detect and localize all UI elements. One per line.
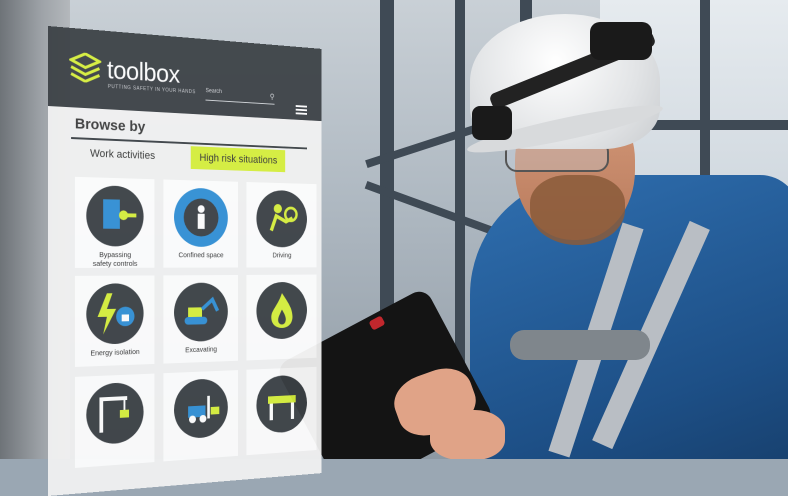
browse-heading: Browse by bbox=[74, 115, 146, 136]
tile-label: safety controls bbox=[92, 259, 138, 268]
search-input[interactable]: Search ⚲ bbox=[205, 88, 275, 105]
tile-label: Excavating bbox=[185, 344, 218, 355]
harness-buckle bbox=[510, 330, 650, 360]
tile-lifting[interactable] bbox=[74, 373, 155, 468]
toolbox-app-panel: toolbox PUTTING SAFETY IN YOUR HANDS Sea… bbox=[48, 26, 322, 496]
tile-excavating[interactable]: Excavating bbox=[163, 274, 238, 364]
hamburger-menu-icon[interactable] bbox=[295, 105, 307, 115]
driving-icon bbox=[256, 189, 307, 248]
key-door-icon bbox=[86, 185, 144, 247]
barrier-icon bbox=[256, 374, 307, 435]
energy-lock-icon bbox=[86, 283, 144, 345]
toolbox-logo-icon bbox=[69, 52, 101, 84]
crane-lifting-icon bbox=[86, 381, 144, 446]
search-icon[interactable]: ⚲ bbox=[270, 92, 275, 101]
tab-high-risk-situations[interactable]: High risk situations bbox=[190, 146, 286, 173]
worker-coverall bbox=[470, 175, 788, 459]
tile-confined-space[interactable]: Confined space bbox=[163, 179, 238, 268]
hand bbox=[430, 410, 505, 459]
app-body: Browse by Work activities High risk situ… bbox=[48, 106, 322, 496]
headlamp-icon bbox=[472, 106, 512, 140]
tile-forklift[interactable] bbox=[163, 370, 238, 462]
tile-fire[interactable] bbox=[246, 274, 317, 361]
fire-icon bbox=[256, 281, 307, 340]
tile-label: Driving bbox=[272, 250, 292, 260]
tile-label: Bypassing bbox=[99, 250, 132, 260]
tile-energy-isolation[interactable]: Energy isolation bbox=[74, 275, 155, 367]
search-placeholder: Search bbox=[205, 88, 222, 95]
worker-beard bbox=[530, 175, 625, 245]
confined-space-icon bbox=[174, 187, 228, 247]
tile-driving[interactable]: Driving bbox=[246, 182, 317, 268]
tile-barrier[interactable] bbox=[246, 366, 317, 456]
tab-work-activities[interactable]: Work activities bbox=[81, 141, 164, 168]
tile-bypassing-safety-controls[interactable]: Bypassing safety controls bbox=[74, 176, 155, 268]
tile-label: Energy isolation bbox=[90, 347, 140, 358]
excavator-icon bbox=[174, 282, 228, 343]
tile-label: Confined space bbox=[178, 250, 224, 260]
headlamp-battery bbox=[590, 22, 652, 60]
forklift-icon bbox=[174, 377, 228, 440]
